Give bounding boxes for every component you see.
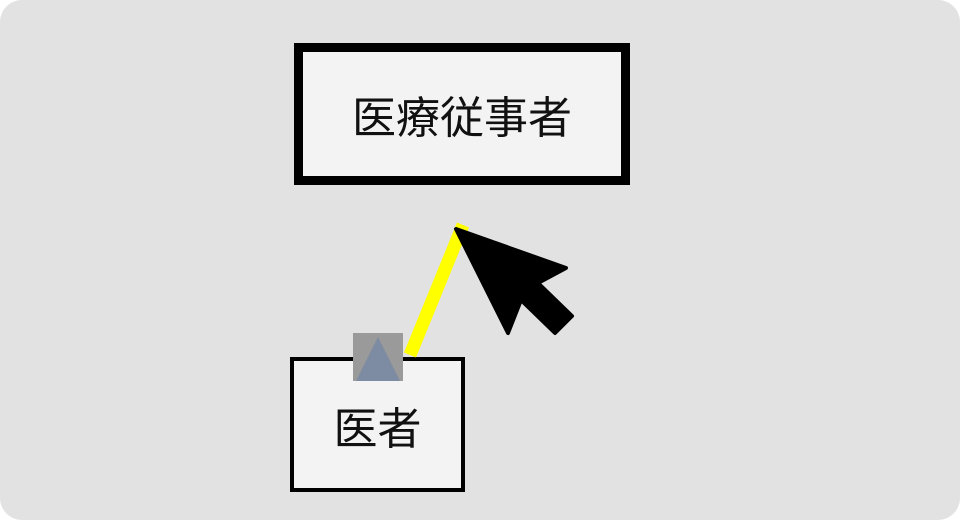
diagram-canvas[interactable]: 医療従事者 医者 [0,0,960,520]
connector-layer [353,222,574,381]
generalization-triangle-icon[interactable] [353,333,403,381]
generalization-connector[interactable] [403,222,470,358]
mouse-pointer-icon [454,227,574,335]
